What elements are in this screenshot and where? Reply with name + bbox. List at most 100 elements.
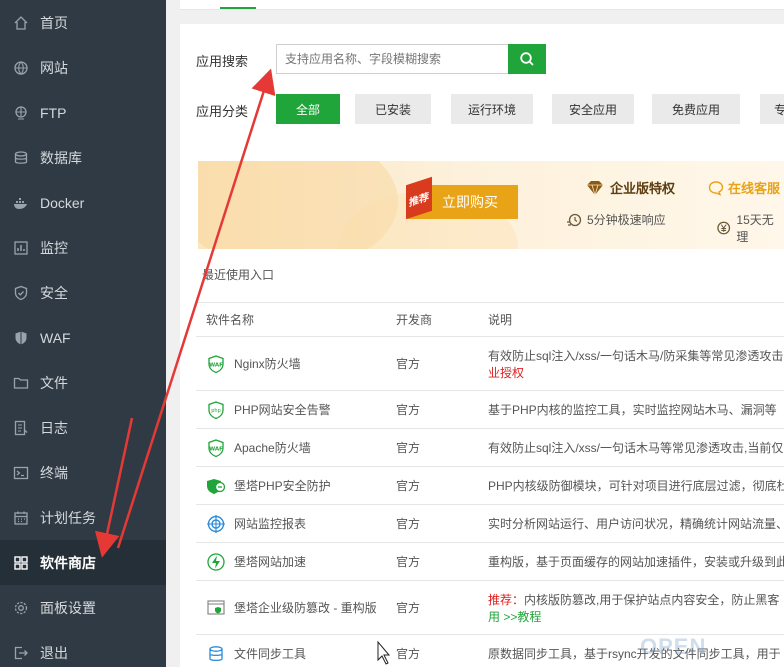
category-free-button[interactable]: 免费应用 [652, 94, 740, 124]
sidebar-item-label: 首页 [40, 14, 68, 31]
app-name-cell: 堡塔企业级防篡改 - 重构版 [196, 580, 386, 635]
app-description: 重构版，基于页面缓存的网站加速插件，安装或升级到此 [478, 542, 784, 581]
feature-label: 15天无理 [736, 213, 774, 244]
sidebar-item-label: Docker [40, 194, 85, 211]
tutorial-link[interactable]: 用 >>教程 [488, 608, 784, 625]
sidebar-item-label: 网站 [40, 59, 68, 76]
sidebar-item-logout[interactable]: 退出 [0, 630, 166, 667]
recent-entries-label: 最近使用入口 [202, 268, 275, 282]
sidebar-item-cron[interactable]: 计划任务 [0, 495, 166, 540]
column-header-name[interactable]: 软件名称 [196, 302, 386, 337]
app-description: 推荐：内核版防篡改,用于保护站点内容安全，防止黑客用 >>教程 [478, 580, 784, 635]
tamper-icon [206, 598, 226, 618]
category-security-button[interactable]: 安全应用 [552, 94, 634, 124]
sidebar-item-docker[interactable]: Docker [0, 180, 166, 225]
app-developer: 官方 [386, 466, 478, 505]
app-developer: 官方 [386, 634, 478, 667]
search-input[interactable] [277, 45, 508, 73]
folder-icon [12, 374, 30, 392]
app-developer: 官方 [386, 390, 478, 429]
sidebar-item-software-store[interactable]: 软件商店 [0, 540, 166, 585]
app-developer: 官方 [386, 580, 478, 635]
app-description: 基于PHP内核的监控工具，实时监控网站木马、漏洞等 [478, 390, 784, 429]
app-developer: 官方 [386, 428, 478, 467]
app-developer: 官方 [386, 336, 478, 391]
clock-icon [567, 213, 582, 226]
promo-banner: 立即购买 推荐 企业版特权 在线客服 5分钟极速响应 15天无理 [198, 161, 784, 249]
sidebar-item-waf[interactable]: WAF [0, 315, 166, 360]
app-name[interactable]: 堡塔企业级防篡改 - 重构版 [234, 599, 377, 616]
sidebar-item-label: 退出 [40, 644, 68, 661]
active-tab-indicator [220, 7, 256, 9]
category-all-button[interactable]: 全部 [276, 94, 340, 124]
watermark: OPEN [640, 634, 707, 659]
ftp-icon [12, 104, 30, 122]
app-name[interactable]: Apache防火墙 [234, 439, 311, 456]
app-developer: 官方 [386, 504, 478, 543]
column-header-description[interactable]: 说明 [478, 302, 784, 337]
category-installed-button[interactable]: 已安装 [355, 94, 431, 124]
waf-shield-icon [12, 329, 30, 347]
shield-icon [12, 284, 30, 302]
table-row[interactable]: php PHP网站安全告警 官方 基于PHP内核的监控工具，实时监控网站木马、漏… [196, 390, 784, 429]
app-description: 有效防止sql注入/xss/一句话木马/防采集等常见渗透攻击 业授权 [478, 336, 784, 391]
app-name[interactable]: Nginx防火墙 [234, 355, 301, 372]
table-row[interactable]: 堡塔网站加速 官方 重构版，基于页面缓存的网站加速插件，安装或升级到此 [196, 542, 784, 581]
app-name[interactable]: 网站监控报表 [234, 515, 306, 532]
table-row[interactable]: WAF Nginx防火墙 官方 有效防止sql注入/xss/一句话木马/防采集等… [196, 336, 784, 391]
sidebar-item-database[interactable]: 数据库 [0, 135, 166, 180]
table-row[interactable]: 堡塔企业级防篡改 - 重构版 官方 推荐：内核版防篡改,用于保护站点内容安全，防… [196, 580, 784, 635]
app-description: 原数据同步工具，基于rsync开发的文件同步工具，用于 [478, 634, 784, 667]
sync-db-icon [206, 644, 226, 664]
app-developer: 官方 [386, 542, 478, 581]
table-row[interactable]: WAF Apache防火墙 官方 有效防止sql注入/xss/一句话木马等常见渗… [196, 428, 784, 467]
enterprise-label: 企业版特权 [610, 181, 676, 196]
feature-label: 5分钟极速响应 [587, 213, 666, 227]
svg-text:WAF: WAF [209, 362, 223, 368]
sidebar-item-monitor[interactable]: 监控 [0, 225, 166, 270]
sidebar-item-label: FTP [40, 104, 67, 121]
sidebar-item-label: 数据库 [40, 149, 82, 166]
table-row[interactable]: 网站监控报表 官方 实时分析网站运行、用户访问状况，精确统计网站流量、 [196, 504, 784, 543]
sidebar-item-label: 日志 [40, 419, 68, 436]
software-table: 软件名称 开发商 说明 WAF Nginx防火墙 官方 有效防止sql注入/xs… [196, 302, 784, 667]
sidebar: 首页 网站 FTP 数据库 Docker 监控 安全 WAF 文件 日志 终端 [0, 0, 166, 667]
app-name[interactable]: PHP网站安全告警 [234, 401, 331, 418]
sidebar-item-home[interactable]: 首页 [0, 0, 166, 45]
app-name[interactable]: 文件同步工具 [234, 645, 306, 662]
column-header-developer[interactable]: 开发商 [386, 302, 478, 337]
grid-icon [12, 554, 30, 572]
app-description: PHP内核级防御模块，可针对项目进行底层过滤，彻底杜 [478, 466, 784, 505]
app-name-cell: php PHP网站安全告警 [196, 390, 386, 429]
sidebar-item-settings[interactable]: 面板设置 [0, 585, 166, 630]
license-note: 业授权 [488, 365, 525, 380]
category-runtime-button[interactable]: 运行环境 [451, 94, 533, 124]
category-pro-button[interactable]: 专 [760, 94, 784, 124]
sidebar-item-ftp[interactable]: FTP [0, 90, 166, 135]
php-guard-icon [206, 476, 226, 496]
sidebar-item-label: 软件商店 [40, 554, 96, 571]
search-button[interactable] [508, 44, 546, 74]
sidebar-item-websites[interactable]: 网站 [0, 45, 166, 90]
table-row[interactable]: 堡塔PHP安全防护 官方 PHP内核级防御模块，可针对项目进行底层过滤，彻底杜 [196, 466, 784, 505]
app-name-cell: WAF Apache防火墙 [196, 428, 386, 467]
diamond-icon [587, 180, 603, 196]
sidebar-item-files[interactable]: 文件 [0, 360, 166, 405]
svg-text:php: php [211, 408, 221, 414]
monitor-icon [12, 239, 30, 257]
app-name[interactable]: 堡塔PHP安全防护 [234, 477, 331, 494]
feature-refund: 15天无理 [716, 211, 784, 245]
sidebar-item-security[interactable]: 安全 [0, 270, 166, 315]
app-description: 有效防止sql注入/xss/一句话木马等常见渗透攻击,当前仅 [478, 428, 784, 467]
log-icon [12, 419, 30, 437]
database-icon [12, 149, 30, 167]
sidebar-item-terminal[interactable]: 终端 [0, 450, 166, 495]
php-alert-icon: php [206, 400, 226, 420]
app-name[interactable]: 堡塔网站加速 [234, 553, 306, 570]
yen-icon [717, 221, 731, 235]
online-service-link[interactable]: 在线客服 [708, 178, 780, 197]
search-label: 应用搜索 [196, 54, 249, 69]
sidebar-item-label: 监控 [40, 239, 68, 256]
service-label: 在线客服 [728, 181, 781, 196]
sidebar-item-logs[interactable]: 日志 [0, 405, 166, 450]
